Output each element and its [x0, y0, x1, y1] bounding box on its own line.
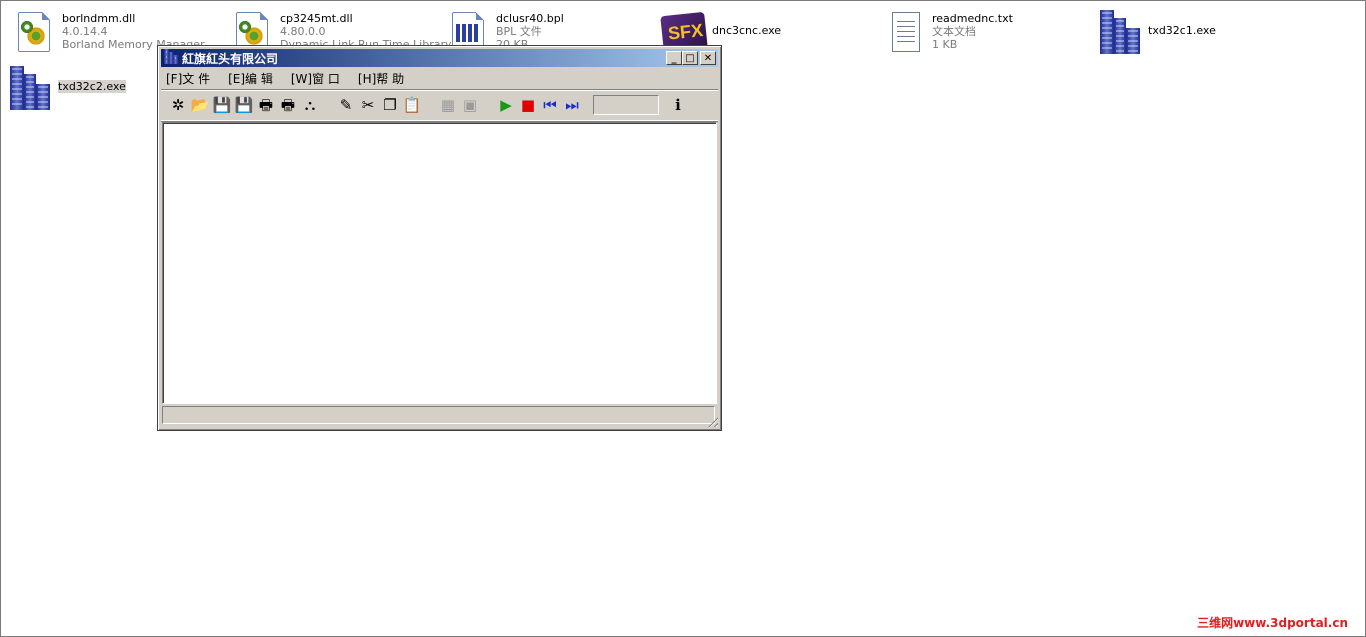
menu-bar: [F]文 件 [E]编 辑 [W]窗 口 [H]帮 助 [162, 69, 717, 87]
app-window[interactable]: 紅旗紅头有限公司 _ □ ✕ [F]文 件 [E]编 辑 [W]窗 口 [H]帮… [157, 45, 722, 431]
file-size: 1 KB [932, 38, 958, 51]
client-area[interactable] [162, 122, 717, 404]
file-version: 4.0.14.4 [62, 25, 108, 38]
menu-help[interactable]: [H]帮 助 [358, 70, 404, 87]
paste-icon[interactable]: 📋 [401, 94, 423, 116]
file-name: dnc3cnc.exe [712, 24, 782, 37]
menu-edit[interactable]: [E]编 辑 [228, 70, 273, 87]
watermark: 三维网www.3dportal.cn [1197, 616, 1348, 630]
title-bar[interactable]: 紅旗紅头有限公司 _ □ ✕ [161, 49, 718, 67]
file-readmednc[interactable]: readmednc.txt 文本文档 1 KB [880, 8, 1013, 56]
new-icon[interactable]: ✲ [167, 94, 189, 116]
toolbar: ✲ 📂 💾 💾 🖶 🖶 ⛬ ✎ ✂ ❐ 📋 ▦ ▣ ▶ ■ ⏮ ⏭ ℹ [161, 89, 718, 121]
file-version: 4.80.0.0 [280, 25, 326, 38]
minimize-button[interactable]: _ [666, 51, 682, 65]
menu-window[interactable]: [W]窗 口 [291, 70, 340, 87]
open-folder-icon[interactable]: 📂 [189, 94, 211, 116]
dll-file-icon [10, 8, 58, 56]
maximize-button[interactable]: □ [682, 51, 698, 65]
text-file-icon [880, 8, 928, 56]
close-button[interactable]: ✕ [700, 51, 716, 65]
first-icon[interactable]: ⏮ [539, 94, 561, 116]
file-name: txd32c1.exe [1148, 24, 1216, 37]
file-name: readmednc.txt [932, 12, 1013, 25]
menu-file[interactable]: [F]文 件 [166, 70, 210, 87]
tile-windows-icon[interactable]: ▦ [437, 94, 459, 116]
app-building-icon [163, 49, 179, 66]
file-name: borlndmm.dll [62, 12, 136, 25]
help-info-icon[interactable]: ℹ [667, 94, 689, 116]
eraser-icon[interactable]: ✎ [335, 94, 357, 116]
last-icon[interactable]: ⏭ [561, 94, 583, 116]
file-name: dclusr40.bpl [496, 12, 564, 25]
status-bar [162, 406, 715, 424]
copy-icon[interactable]: ❐ [379, 94, 401, 116]
print-setup-icon[interactable]: 🖶 [277, 94, 299, 116]
window-title: 紅旗紅头有限公司 [182, 51, 279, 66]
exit-door-icon[interactable]: ⛬ [299, 94, 321, 116]
file-txd32c2[interactable]: txd32c2.exe [6, 64, 126, 112]
save-as-icon[interactable]: 💾 [233, 94, 255, 116]
building-exe-icon [1096, 8, 1144, 56]
stop-icon[interactable]: ■ [517, 94, 539, 116]
file-txd32c1[interactable]: txd32c1.exe [1096, 8, 1216, 56]
file-type: BPL 文件 [496, 25, 542, 38]
building-exe-icon [6, 64, 54, 112]
file-type: 文本文档 [932, 25, 976, 38]
toolbar-field[interactable] [593, 95, 659, 115]
file-name: cp3245mt.dll [280, 12, 353, 25]
save-icon[interactable]: 💾 [211, 94, 233, 116]
cut-icon[interactable]: ✂ [357, 94, 379, 116]
print-icon[interactable]: 🖶 [255, 94, 277, 116]
sfx-icon-label: SFX [667, 20, 704, 44]
file-name-selected: txd32c2.exe [58, 80, 126, 93]
play-icon[interactable]: ▶ [495, 94, 517, 116]
cascade-windows-icon[interactable]: ▣ [459, 94, 481, 116]
